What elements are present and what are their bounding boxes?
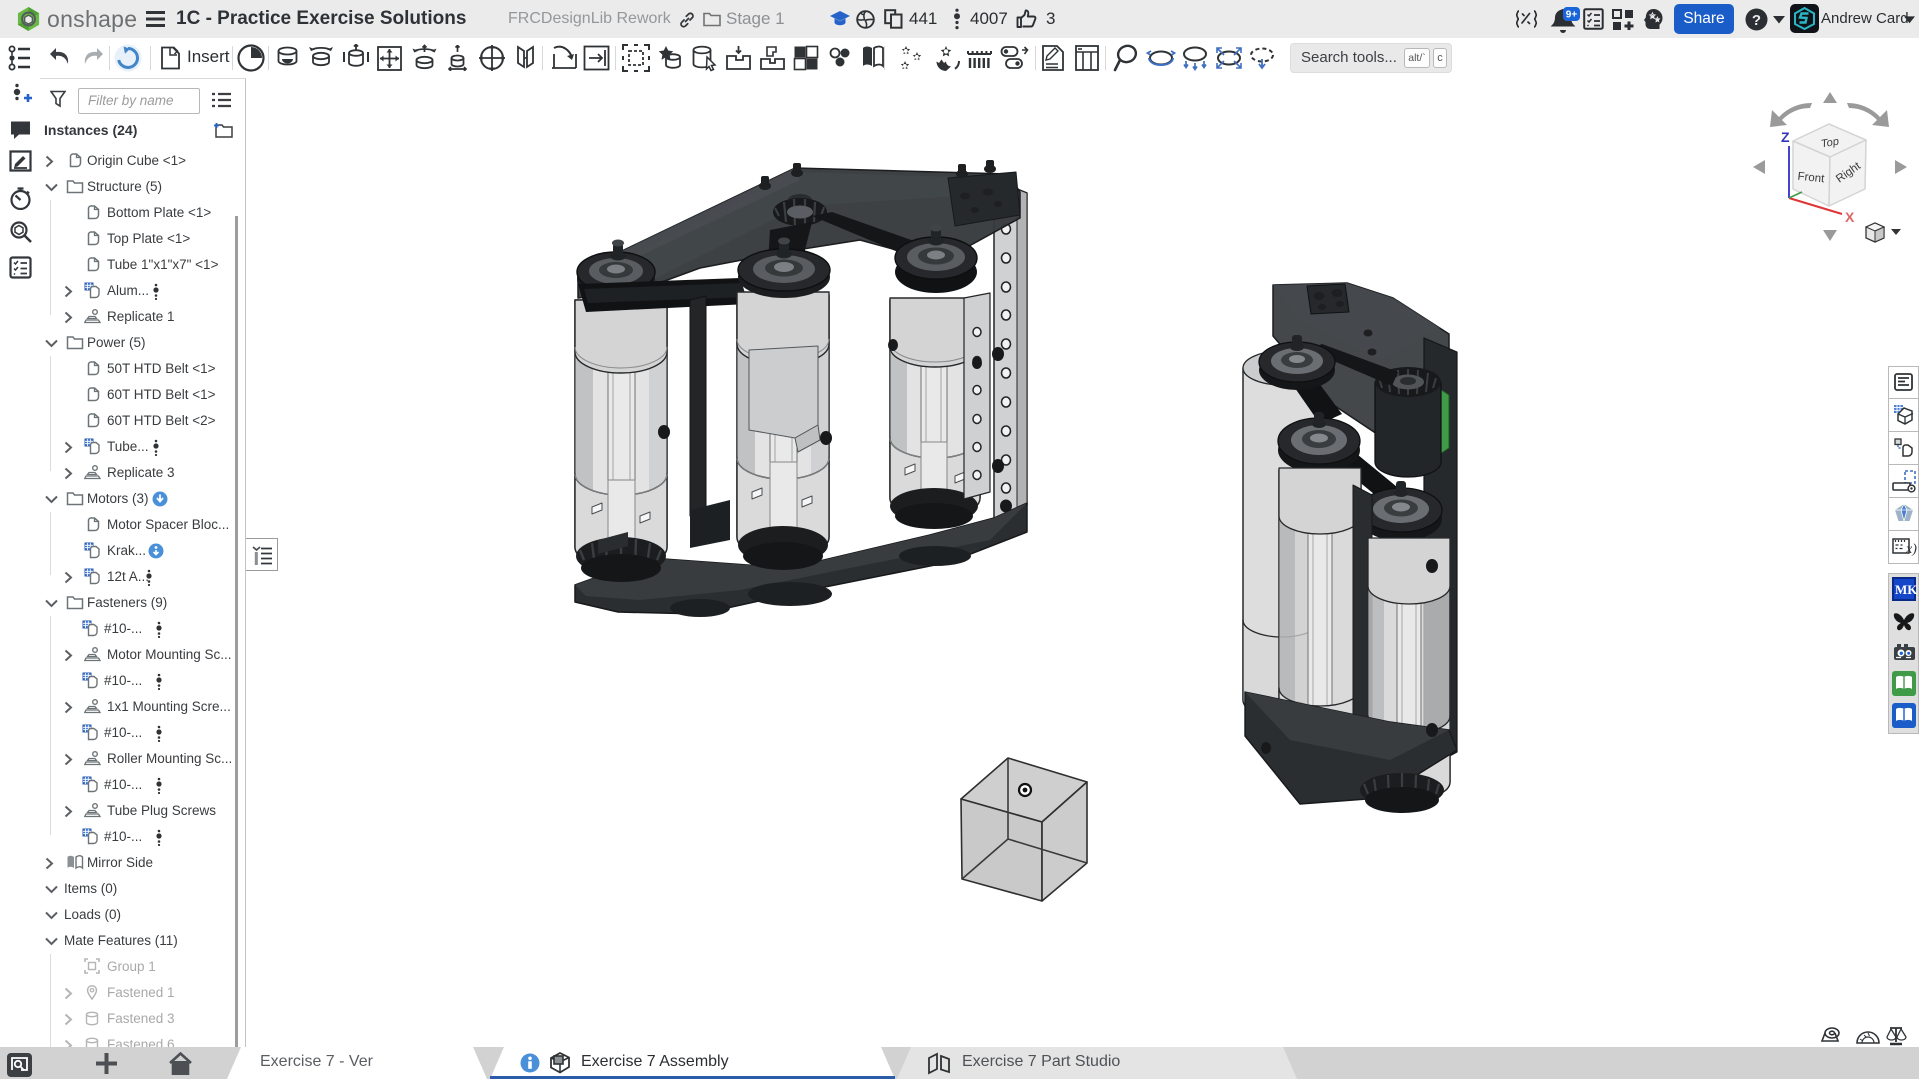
svg-text:Z: Z	[1781, 129, 1790, 145]
svg-text:x): x)	[1905, 542, 1917, 557]
svg-text:X: X	[1845, 209, 1855, 225]
svg-text:9+: 9+	[1566, 10, 1578, 21]
svg-text:?: ?	[1752, 12, 1761, 29]
